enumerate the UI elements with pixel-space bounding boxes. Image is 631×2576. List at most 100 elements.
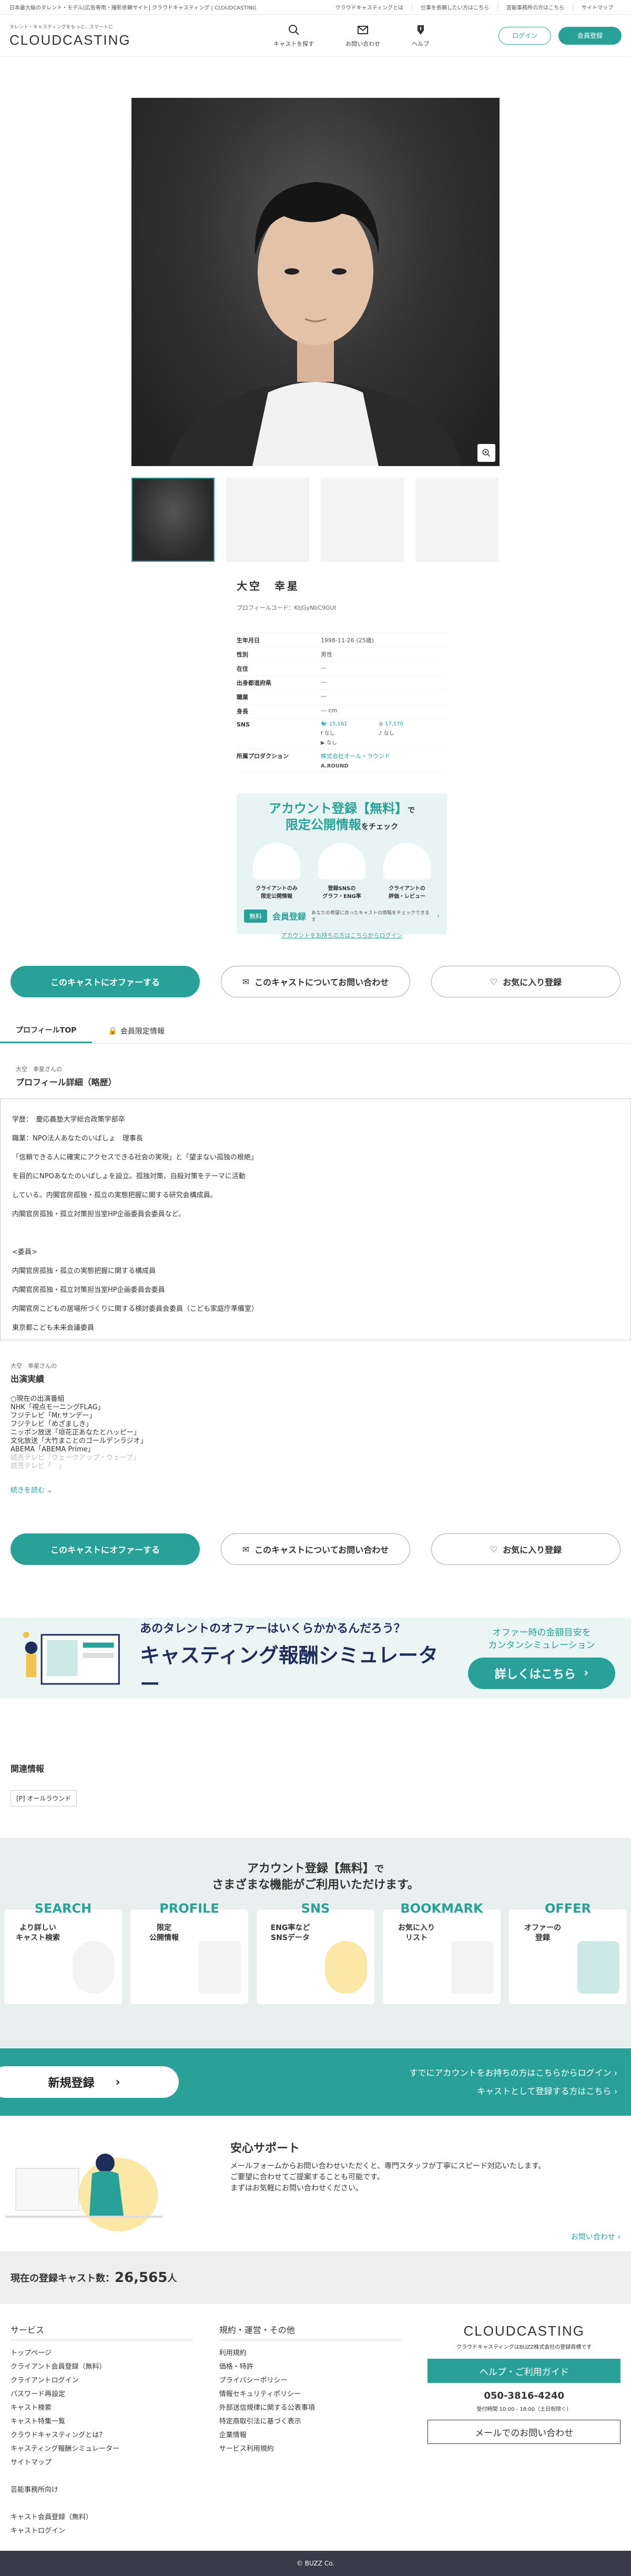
footer-link[interactable]: 利用規約 <box>219 2347 402 2360</box>
feature-jp: お気に入り リスト <box>398 1923 435 1943</box>
top-link-agency[interactable]: 芸能事務所の方はこちら <box>497 3 573 11</box>
top-link-sitemap[interactable]: サイトマップ <box>573 3 622 11</box>
zoom-button[interactable] <box>477 444 495 462</box>
inquiry-button[interactable]: ✉ このキャストについてお問い合わせ <box>221 1533 410 1565</box>
row-value: 1998-11-26 (25歳) <box>321 637 374 644</box>
simulator-detail-button[interactable]: 詳しくはこちら › <box>468 1657 615 1689</box>
signup-button[interactable]: 新規登録 › <box>0 2066 179 2098</box>
help-icon <box>417 25 424 35</box>
thumbnail-4[interactable] <box>415 478 498 562</box>
works-line: ニッポン放送「垣花正あなたとハッピー」 <box>11 1429 141 1437</box>
promo-login-link[interactable]: アカウントをお持ちの方はこちらからログイン <box>244 931 440 940</box>
favorite-button[interactable]: ♡ お気に入り登録 <box>431 966 620 997</box>
feature-en: SEARCH <box>34 1901 92 1916</box>
simulator-right-text: オファー時の金額目安を カンタンシミュレーション <box>488 1628 595 1651</box>
chevron-right-icon: › <box>614 2086 617 2096</box>
top-link-about[interactable]: クラウドキャスティングとは <box>327 3 412 11</box>
footer-link[interactable]: プライバシーポリシー <box>219 2374 402 2388</box>
features-section: アカウント登録【無料】で さまざまな機能がご利用いただけます。 SEARCH より… <box>0 1838 631 2048</box>
footer-logo: CLOUDCASTING <box>463 2323 585 2339</box>
detail-line <box>12 1224 619 1243</box>
detail-line: 職業：NPO法人あなたのいばしょ 理事長 <box>12 1135 143 1143</box>
agency-link[interactable]: 株式会社オール・ラウンド <box>321 752 447 760</box>
footer-col1-title: サービス <box>11 2323 193 2340</box>
footer-link[interactable]: キャスト検索 <box>11 2401 193 2415</box>
help-guide-button[interactable]: ヘルプ・ご利用ガイド <box>428 2359 621 2383</box>
thumbnail-3[interactable] <box>321 478 404 562</box>
profile-main-photo[interactable] <box>131 98 500 466</box>
offer-button[interactable]: このキャストにオファーする <box>11 966 200 997</box>
sns-instagram[interactable]: ◎ 17,170 <box>379 721 436 727</box>
footer-link[interactable]: 情報セキュリティポリシー <box>219 2388 402 2401</box>
footer-link[interactable]: サービス利用規約 <box>219 2442 402 2456</box>
works-line: ○現在の出演番組 <box>11 1395 65 1403</box>
cast-count: 現在の登録キャスト数： 26,565 人 <box>0 2251 631 2304</box>
header-nav: キャストを探す お問い合わせ ヘルプ <box>273 24 429 48</box>
mail-contact-button[interactable]: メールでのお問い合わせ <box>428 2420 621 2444</box>
register-button[interactable]: 会員登録 <box>558 26 622 45</box>
bookmark-illustration-icon <box>451 1941 493 1994</box>
search-icon <box>288 24 299 35</box>
read-more-label: 続きを読む <box>11 1487 45 1494</box>
footer-link[interactable]: 外部送信規律に関する公表事項 <box>219 2401 402 2415</box>
row-value: — <box>321 664 327 671</box>
footer-link[interactable]: キャスト特集一覧 <box>11 2415 193 2429</box>
login-button[interactable]: ログイン <box>498 26 551 45</box>
related-tag[interactable]: [P] オールラウンド <box>11 1790 77 1806</box>
feature-jp: ENG率など SNSデータ <box>270 1923 310 1943</box>
simulator-banner[interactable]: あのタレントのオファーはいくらかかるんだろう？ キャスティング報酬シミュレーター… <box>0 1618 631 1699</box>
support-line2: ご要望に合わせてご提案することも可能です。 <box>230 2173 384 2181</box>
footer-link[interactable]: サイトマップ <box>11 2456 193 2470</box>
tab-profile-top[interactable]: プロフィールTOP <box>0 1018 93 1043</box>
nav-help-label: ヘルプ <box>412 40 430 47</box>
footer-link[interactable]: 価格・特許 <box>219 2360 402 2374</box>
sns-twitter[interactable]: 🐦 15,161 <box>321 721 379 727</box>
footer-link[interactable]: キャストログイン <box>11 2524 193 2538</box>
support-contact-link[interactable]: お問い合わせ › <box>571 2231 620 2242</box>
top-links: クラウドキャスティングとは 仕事を依頼したい方はこちら 芸能事務所の方はこちら … <box>327 3 622 11</box>
feature-jp: 限定 公開情報 <box>149 1923 179 1943</box>
footer-contact: CLOUDCASTING クラウドキャスティングはBUZZ株式会社の登録商標です… <box>428 2323 621 2506</box>
row-value: 男性 <box>321 651 332 658</box>
tab-member-only[interactable]: 🔒 会員限定情報 <box>92 1018 180 1043</box>
footer-link[interactable]: クラウドキャスティングとは？ <box>11 2429 193 2442</box>
existing-login-link[interactable]: すでにアカウントをお持ちの方はこちらからログイン › <box>409 2064 617 2082</box>
thumbnail-1[interactable] <box>131 478 215 562</box>
footer-tel[interactable]: 050-3816-4240 <box>428 2390 620 2401</box>
inquiry-button[interactable]: ✉ このキャストについてお問い合わせ <box>221 966 410 997</box>
footer-link[interactable]: 特定商取引法に基づく表示 <box>219 2415 402 2429</box>
footer-link[interactable]: 企業情報 <box>219 2429 402 2442</box>
nav-contact[interactable]: お問い合わせ <box>345 24 380 48</box>
nav-search-cast[interactable]: キャストを探す <box>273 24 314 48</box>
logo-link[interactable]: タレント・キャスティングをもっと、スマートに CLOUDCASTING <box>9 23 131 48</box>
favorite-button[interactable]: ♡ お気に入り登録 <box>431 1533 620 1565</box>
footer-link[interactable]: キャスティング報酬シミュレーター <box>11 2442 193 2456</box>
works-line: フジテレビ「めざましき」 <box>11 1420 93 1428</box>
support-section: 安心サポート メールフォームからお問い合わせいただくと、専門スタッフが丁寧にスピ… <box>0 2116 631 2251</box>
promo-title-1: アカウント登録【無料】 <box>269 801 408 816</box>
site-logo: CLOUDCASTING <box>9 32 131 48</box>
footer-link[interactable]: トップページ <box>11 2347 193 2360</box>
read-more-link[interactable]: 続きを読む ⌄ <box>0 1484 631 1494</box>
inquiry-label: このキャストについてお問い合わせ <box>255 1545 389 1555</box>
footer-link[interactable]: クライアント会員登録（無料） <box>11 2360 193 2374</box>
top-link-client[interactable]: 仕事を依頼したい方はこちら <box>412 3 497 11</box>
favorite-label: お気に入り登録 <box>503 977 562 987</box>
thumbnail-2[interactable] <box>226 478 309 562</box>
footer-link[interactable]: パスワード再設定 <box>11 2388 193 2401</box>
feature-jp-row: より詳しい キャスト検索 <box>4 1923 122 1944</box>
row-gender: 性別 男性 <box>237 648 447 662</box>
lock-icon <box>253 843 300 880</box>
works-line: ABEMA「ABEMA Prime」 <box>11 1446 95 1453</box>
support-desc: メールフォームからお問い合わせいただくと、専門スタッフが丁寧にスピード対応いたし… <box>230 2161 546 2194</box>
detail-line: 内閣官房孤独・孤立の実態把握に関する構成員 <box>12 1267 156 1275</box>
promo-signup-row[interactable]: 無料 会員登録 あなたの希望に合ったキャストの情報をチェックできます › <box>244 909 440 923</box>
footer-link[interactable]: キャスト会員登録（無料） <box>11 2511 193 2524</box>
footer-link[interactable]: 芸能事務所向け <box>11 2483 193 2497</box>
nav-help[interactable]: ヘルプ <box>412 24 429 48</box>
cast-actions: このキャストにオファーする ✉ このキャストについてお問い合わせ ♡ お気に入り登録 <box>0 966 631 997</box>
cast-register-link[interactable]: キャストとして登録する方はこちら › <box>409 2082 617 2100</box>
footer-link[interactable]: クライアントログイン <box>11 2374 193 2388</box>
row-value: — <box>321 693 327 700</box>
offer-button[interactable]: このキャストにオファーする <box>11 1533 200 1565</box>
